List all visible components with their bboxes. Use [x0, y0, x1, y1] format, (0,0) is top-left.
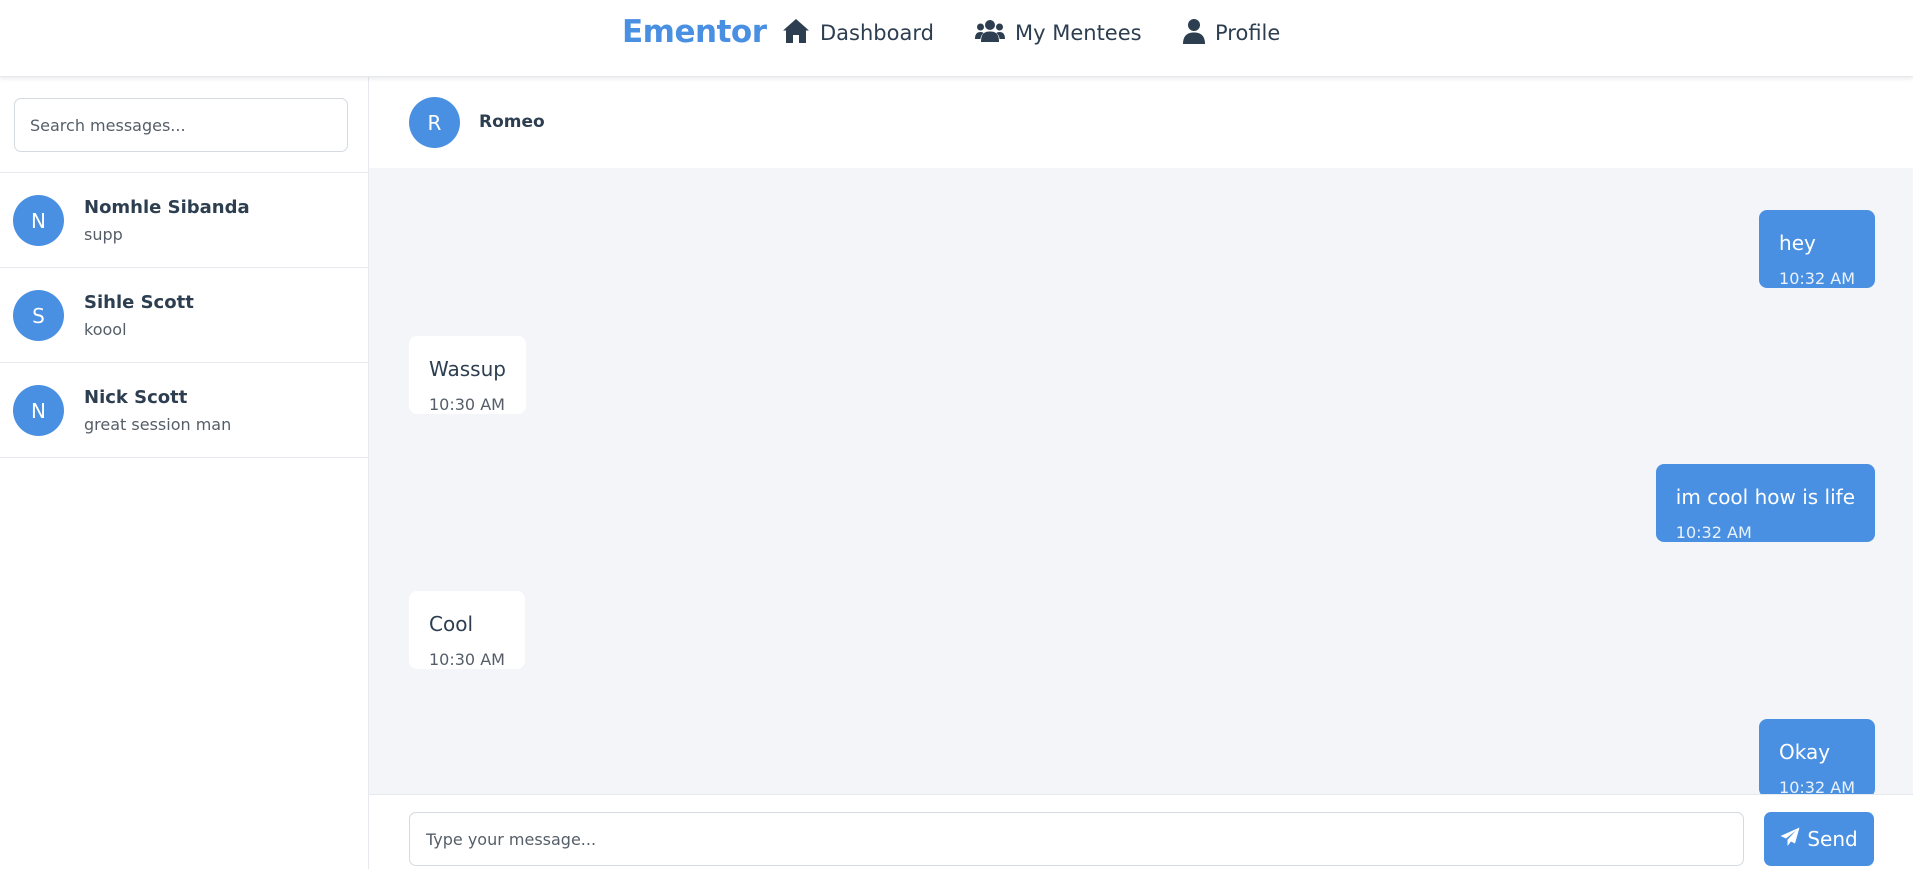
message-text: im cool how is life: [1675, 485, 1855, 509]
conversation-item[interactable]: S Sihle Scott koool: [0, 268, 368, 363]
message-bubble-received: Wassup 10:30 AM: [409, 336, 526, 414]
chat-panel: R Romeo hey 10:32 AM Wassup 10:30 AM im …: [369, 77, 1913, 869]
message-text: Okay: [1779, 740, 1831, 764]
message-list[interactable]: hey 10:32 AM Wassup 10:30 AM im cool how…: [369, 168, 1913, 794]
message-bubble-sent: Okay 10:32 AM: [1759, 719, 1875, 794]
home-icon: [782, 18, 820, 49]
conversation-name: Nick Scott: [84, 387, 188, 408]
message-composer: Send: [369, 794, 1913, 869]
message-bubble-sent: hey 10:32 AM: [1759, 210, 1875, 288]
nav-dashboard-link[interactable]: Dashboard: [782, 17, 934, 49]
conversation-name: Sihle Scott: [84, 292, 194, 313]
send-button[interactable]: Send: [1764, 812, 1874, 866]
nav-profile-link[interactable]: Profile: [1183, 17, 1280, 49]
nav-mentees-label: My Mentees: [1015, 21, 1142, 45]
conversation-last-message: koool: [84, 320, 127, 339]
message-text: Wassup: [429, 357, 506, 381]
message-time: 10:30 AM: [429, 650, 505, 669]
message-time: 10:32 AM: [1779, 778, 1855, 794]
message-time: 10:32 AM: [1675, 523, 1752, 542]
message-input[interactable]: [409, 812, 1744, 866]
conversation-item[interactable]: N Nomhle Sibanda supp: [0, 173, 368, 268]
avatar: N: [13, 195, 64, 246]
message-bubble-received: Cool 10:30 AM: [409, 591, 525, 669]
message-bubble-sent: im cool how is life 10:32 AM: [1655, 464, 1875, 542]
chat-header: R Romeo: [369, 77, 1913, 168]
message-text: hey: [1779, 231, 1816, 255]
message-time: 10:30 AM: [429, 395, 505, 414]
contact-name: Romeo: [479, 112, 545, 132]
conversation-last-message: great session man: [84, 415, 232, 434]
nav-profile-label: Profile: [1215, 21, 1281, 45]
conversation-last-message: supp: [84, 225, 123, 244]
avatar: S: [13, 290, 64, 341]
message-time: 10:32 AM: [1779, 269, 1855, 288]
send-icon: [1780, 827, 1807, 852]
top-navbar: Ementor Dashboard My Mentees Profile: [0, 0, 1913, 77]
message-text: Cool: [429, 612, 473, 636]
conversation-name: Nomhle Sibanda: [84, 197, 250, 218]
conversation-item[interactable]: N Nick Scott great session man: [0, 363, 368, 458]
brand-logo[interactable]: Ementor: [622, 14, 767, 50]
search-area: [0, 77, 368, 173]
nav-dashboard-label: Dashboard: [820, 21, 934, 45]
conversation-sidebar: N Nomhle Sibanda supp S Sihle Scott kooo…: [0, 77, 369, 869]
contact-avatar: R: [409, 97, 460, 148]
user-icon: [1183, 18, 1215, 49]
search-input[interactable]: [14, 98, 348, 152]
users-icon: [975, 18, 1015, 49]
send-label: Send: [1807, 827, 1858, 851]
nav-mentees-link[interactable]: My Mentees: [975, 17, 1142, 49]
avatar: N: [13, 385, 64, 436]
